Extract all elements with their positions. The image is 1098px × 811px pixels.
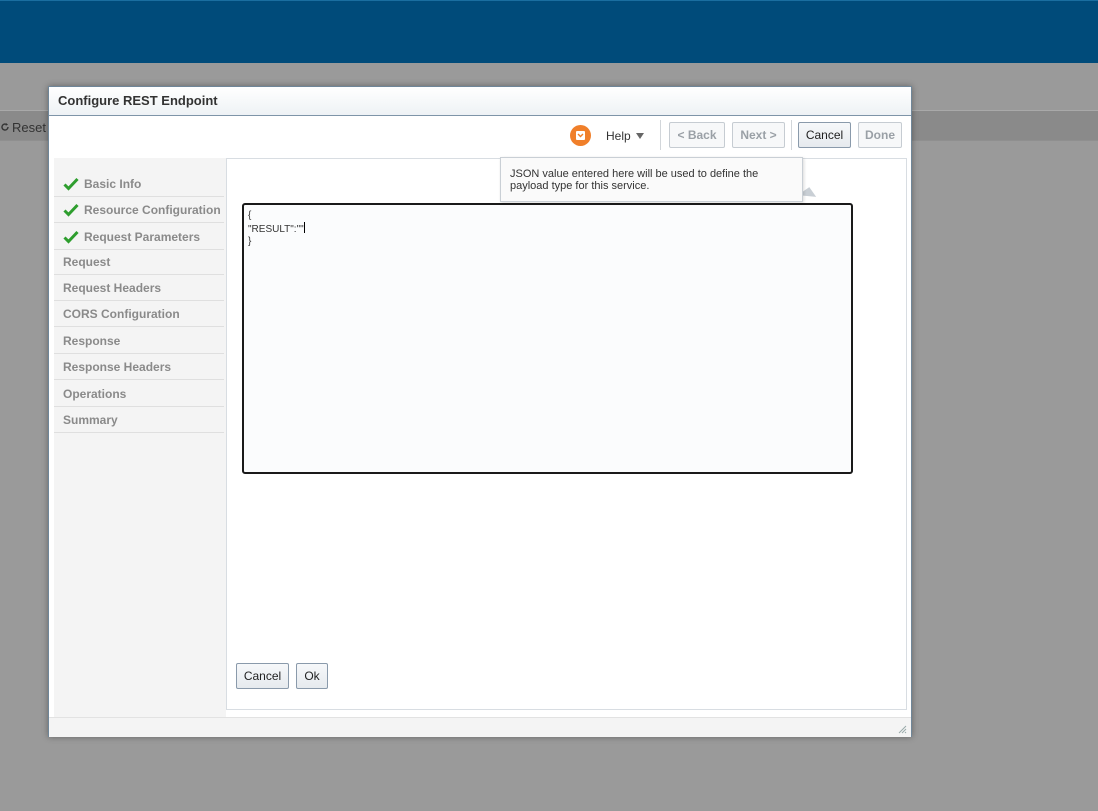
help-menu-button[interactable]: Help (600, 126, 650, 146)
nav-item-label: Request Parameters (84, 230, 201, 244)
nav-item-response[interactable]: Response (54, 329, 224, 354)
dialog-footer (49, 717, 911, 737)
json-payload-editor[interactable]: { "RESULT":"" } (242, 203, 853, 474)
json-line-with-caret: "RESULT":"" (248, 222, 847, 236)
toolbar-separator (660, 120, 661, 150)
text-caret (303, 222, 305, 233)
reset-icon (1, 123, 9, 131)
back-button[interactable]: < Back (669, 122, 725, 148)
editor-ok-button[interactable]: Ok (296, 663, 328, 689)
nav-item-label: Response (63, 334, 121, 348)
nav-item-resource-configuration[interactable]: Resource Configuration (54, 198, 224, 223)
nav-item-label: Basic Info (84, 177, 142, 191)
nav-item-request[interactable]: Request (54, 250, 224, 275)
status-icon[interactable] (570, 125, 591, 146)
nav-item-request-headers[interactable]: Request Headers (54, 276, 224, 301)
nav-item-label: Request Headers (63, 281, 162, 295)
nav-item-request-parameters[interactable]: Request Parameters (54, 225, 224, 250)
check-icon (63, 230, 79, 244)
nav-item-label: Request (63, 255, 111, 269)
json-help-tooltip: JSON value entered here will be used to … (500, 157, 803, 202)
nav-item-label: CORS Configuration (63, 307, 180, 321)
wizard-nav: Basic Info Resource Configuration Reques… (54, 158, 226, 718)
editor-cancel-button[interactable]: Cancel (236, 663, 289, 689)
reset-button[interactable]: Reset (0, 119, 46, 135)
content-panel: { "RESULT":"" } Cancel Ok (226, 158, 907, 710)
nav-item-basic-info[interactable]: Basic Info (54, 172, 224, 197)
dialog-header: Configure REST Endpoint (49, 87, 911, 116)
nav-item-cors-configuration[interactable]: CORS Configuration (54, 302, 224, 327)
help-caret-icon (635, 133, 644, 139)
done-button[interactable]: Done (858, 122, 902, 148)
nav-item-response-headers[interactable]: Response Headers (54, 355, 224, 380)
next-button[interactable]: Next > (732, 122, 785, 148)
reset-label: Reset (12, 119, 46, 135)
check-icon (63, 203, 79, 217)
resize-grip-icon[interactable] (898, 725, 907, 734)
check-icon (63, 177, 79, 191)
cancel-button[interactable]: Cancel (798, 122, 851, 148)
nav-item-summary[interactable]: Summary (54, 408, 224, 433)
nav-item-label: Resource Configuration (84, 203, 221, 217)
nav-item-operations[interactable]: Operations (54, 382, 224, 407)
status-glyph-icon (576, 131, 585, 140)
app-header-bar (0, 0, 1098, 63)
json-line-text: "RESULT":"" (248, 224, 304, 235)
json-line: } (248, 236, 252, 247)
nav-item-label: Operations (63, 387, 127, 401)
json-line: { (248, 210, 252, 221)
dialog-toolbar: Help < Back Next > Cancel Done (49, 116, 911, 156)
nav-item-label: Response Headers (63, 360, 172, 374)
dialog-title: Configure REST Endpoint (58, 93, 218, 108)
help-label: Help (606, 129, 631, 143)
nav-item-label: Summary (63, 413, 118, 427)
toolbar-separator (791, 120, 792, 150)
